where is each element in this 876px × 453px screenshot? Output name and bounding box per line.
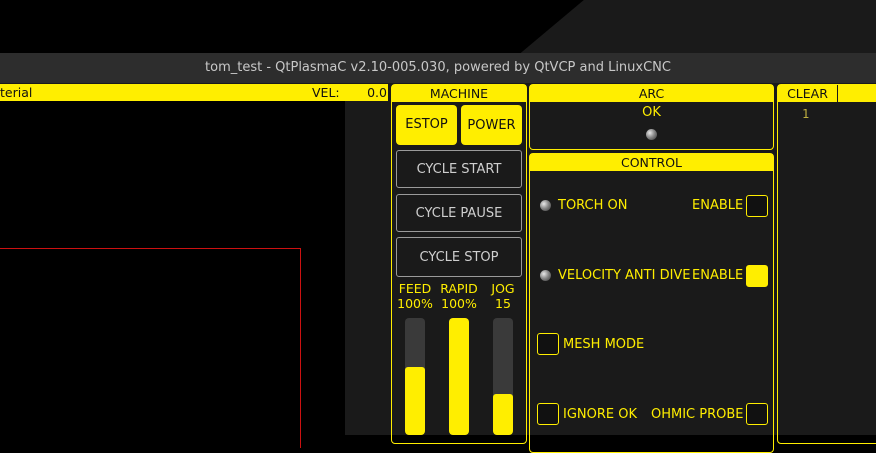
error-text-area[interactable]: 1 <box>779 103 876 435</box>
feed-override-slider[interactable] <box>405 318 425 435</box>
preview-header: terial VEL: 0.0 <box>0 84 388 101</box>
control-header: CONTROL <box>530 154 773 171</box>
error-header-fill <box>838 85 876 102</box>
velocity-value: 0.0 <box>367 85 387 100</box>
jog-speed-slider[interactable] <box>493 318 513 435</box>
torch-enable-checkbox[interactable] <box>746 195 768 217</box>
feed-override-value: 100% <box>397 296 433 311</box>
error-line-number: 1 <box>802 107 810 121</box>
desktop-background <box>0 0 876 53</box>
vad-led-icon <box>540 270 551 281</box>
arc-ok-led-icon <box>646 129 657 140</box>
velocity-anti-dive-label: VELOCITY ANTI DIVE <box>558 268 691 283</box>
estop-button[interactable]: ESTOP <box>396 105 457 145</box>
window-title: tom_test - QtPlasmaC v2.10-005.030, powe… <box>0 53 876 83</box>
power-button[interactable]: POWER <box>461 105 522 145</box>
machine-limits-outline <box>0 248 301 448</box>
vad-enable-label: ENABLE <box>692 268 744 283</box>
jog-speed-label: JOG <box>491 281 515 296</box>
mesh-mode-checkbox[interactable] <box>537 333 559 355</box>
ohmic-probe-label: OHMIC PROBE <box>651 407 744 422</box>
rapid-override-label: RAPID <box>440 281 478 296</box>
torch-on-label: TORCH ON <box>558 198 628 213</box>
ignore-ok-label: IGNORE OK <box>563 407 638 422</box>
cycle-stop-button[interactable]: CYCLE STOP <box>396 237 522 277</box>
mesh-mode-label: MESH MODE <box>563 337 645 352</box>
rapid-override-value: 100% <box>441 296 477 311</box>
feed-override-label: FEED <box>398 281 432 296</box>
cycle-start-button[interactable]: CYCLE START <box>396 150 522 188</box>
arc-status: OK <box>642 105 661 120</box>
material-label: terial <box>0 85 33 100</box>
ignore-ok-checkbox[interactable] <box>537 403 559 425</box>
torch-enable-label: ENABLE <box>692 198 744 213</box>
app-window: terial VEL: 0.0 MACHINE ESTOP POWER CYCL… <box>0 83 876 453</box>
machine-header: MACHINE <box>392 85 526 102</box>
velocity-label: VEL: <box>312 85 340 100</box>
ohmic-probe-checkbox[interactable] <box>746 403 768 425</box>
cycle-pause-button[interactable]: CYCLE PAUSE <box>396 194 522 232</box>
torch-on-led-icon <box>540 200 551 211</box>
gcode-preview[interactable] <box>0 101 345 448</box>
rapid-override-slider[interactable] <box>449 318 469 435</box>
jog-speed-value: 15 <box>495 296 511 311</box>
clear-button[interactable]: CLEAR <box>778 85 837 102</box>
arc-header: ARC <box>530 85 773 102</box>
vad-enable-checkbox[interactable] <box>746 265 768 287</box>
